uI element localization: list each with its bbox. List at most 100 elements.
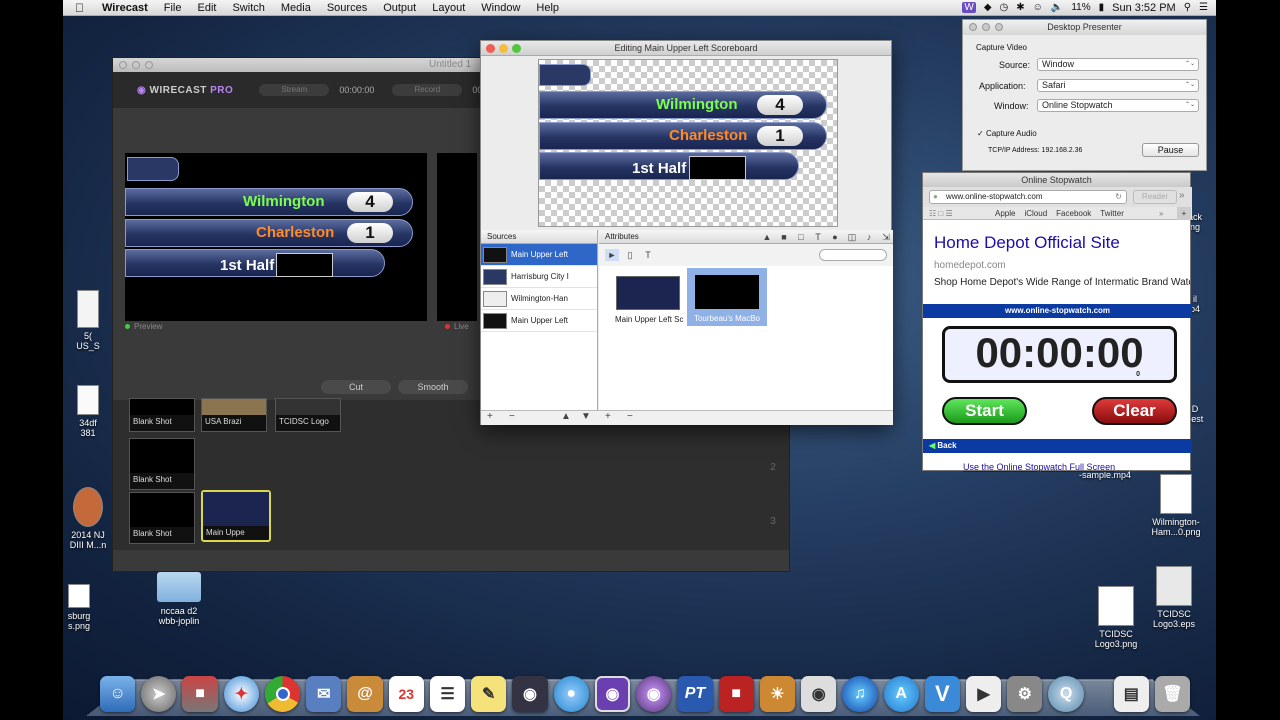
shot-tile[interactable]: TCIDSC Logo <box>275 398 341 432</box>
source-item[interactable]: Harrisburg City I <box>481 266 597 288</box>
shot-canvas[interactable]: Wilmington 4 Charleston 1 1st Half <box>538 59 838 227</box>
wifi-icon[interactable]: ☺ <box>1033 2 1043 13</box>
menu-edit[interactable]: Edit <box>190 2 225 14</box>
menu-window[interactable]: Window <box>473 2 528 14</box>
add-layer-icon[interactable]: + <box>605 411 611 422</box>
bookmark-facebook[interactable]: Facebook <box>1056 207 1091 219</box>
notes-icon[interactable]: ✎ <box>471 676 507 712</box>
menu-sources[interactable]: Sources <box>319 2 375 14</box>
clear-button[interactable]: Clear <box>1092 397 1177 425</box>
source-item[interactable]: Wilmington-Han <box>481 288 597 310</box>
menu-layout[interactable]: Layout <box>424 2 473 14</box>
apple-menu-icon[interactable]:  <box>63 1 94 15</box>
live-panel[interactable] <box>437 153 477 321</box>
desktop-file[interactable]: TCIDSC Logo3.eps <box>1146 566 1202 629</box>
document-icon[interactable]: ▯ <box>623 249 637 261</box>
shot-tile-selected[interactable]: Main Uppe <box>201 490 271 542</box>
layout-icon[interactable]: ◫ <box>845 231 859 243</box>
shapes-icon[interactable]: ▲ <box>760 231 774 243</box>
text-icon[interactable]: T <box>641 249 655 261</box>
zoom-icon[interactable] <box>512 44 521 53</box>
spotlight-icon[interactable]: ⚲ <box>1184 2 1191 13</box>
desktop-presenter-icon[interactable]: ◉ <box>636 676 672 712</box>
bookmarks-icons[interactable]: ☷ □ ☰ <box>929 207 953 220</box>
messages-icon[interactable]: ● <box>553 676 589 712</box>
site-banner[interactable]: www.online-stopwatch.com <box>923 304 1192 318</box>
desktop-file[interactable]: 2014 NJ DIII M...n <box>64 487 112 550</box>
battery-icon[interactable]: ▮ <box>1099 2 1105 13</box>
shot-tile[interactable]: Blank Shot <box>129 398 195 432</box>
quicktime-icon[interactable]: Q <box>1048 676 1084 712</box>
shot-tile[interactable]: Blank Shot <box>129 492 195 544</box>
transform-icon[interactable]: □ <box>794 231 808 243</box>
camera-icon[interactable]: ► <box>605 249 619 261</box>
downloads-stack-icon[interactable]: ▤ <box>1113 676 1149 712</box>
reminders-icon[interactable]: ☰ <box>429 676 466 712</box>
desktop-file[interactable]: TCIDSC Logo3.png <box>1086 586 1146 649</box>
bookmark-apple[interactable]: Apple <box>995 207 1015 219</box>
remove-layer-icon[interactable]: − <box>627 411 633 422</box>
layer-item[interactable]: Main Upper Left Sc <box>615 276 683 325</box>
folder-icon[interactable]: ■ <box>777 231 791 243</box>
final-cut-icon[interactable]: ▶ <box>966 676 1002 712</box>
expand-icon[interactable]: ⇲ <box>879 231 893 243</box>
desktop-file[interactable]: Wilmington- Ham...0.png <box>1144 474 1208 537</box>
address-bar[interactable]: ● www.online-stopwatch.com ↻ <box>929 190 1127 204</box>
close-icon[interactable] <box>119 61 127 69</box>
menu-help[interactable]: Help <box>528 2 567 14</box>
zoom-icon[interactable] <box>995 23 1003 31</box>
back-link[interactable]: ◀ Back <box>923 439 1192 453</box>
screen-sharing-icon[interactable]: W <box>962 2 976 13</box>
audio-icon[interactable]: ♪ <box>862 231 876 243</box>
shot-tile[interactable]: USA Brazi <box>201 398 267 432</box>
menu-app-name[interactable]: Wirecast <box>94 2 156 14</box>
photo-booth-icon[interactable]: ■ <box>182 676 218 712</box>
record-button[interactable]: Record <box>392 84 463 96</box>
trash-icon[interactable]: 🗑 <box>1154 676 1191 712</box>
transition-cut-button[interactable]: Cut <box>321 380 391 394</box>
capture-audio-checkbox[interactable]: ✓ Capture Audio <box>977 129 1037 138</box>
bluetooth-icon[interactable]: ✱ <box>1016 2 1024 13</box>
more-bookmarks-icon[interactable]: » <box>1159 207 1163 220</box>
desktop-file[interactable]: 34df 381 <box>64 385 112 438</box>
camera-icon[interactable]: ◉ <box>801 676 837 712</box>
menu-output[interactable]: Output <box>375 2 424 14</box>
minimize-icon[interactable] <box>982 23 990 31</box>
notification-center-icon[interactable]: ☰ <box>1199 2 1208 13</box>
add-source-icon[interactable]: + <box>487 411 493 422</box>
app-store-icon[interactable]: A <box>883 676 919 712</box>
close-icon[interactable] <box>486 44 495 53</box>
application-select[interactable]: Safari <box>1037 79 1199 92</box>
desktop-file[interactable]: sburg s.png <box>64 584 94 631</box>
battery-percent[interactable]: 11% <box>1071 2 1090 13</box>
menu-file[interactable]: File <box>156 2 190 14</box>
person-icon[interactable]: ● <box>828 231 842 243</box>
stream-button[interactable]: Stream <box>259 84 330 96</box>
iphoto-icon[interactable]: ☀ <box>759 676 796 712</box>
source-item[interactable]: Main Upper Left <box>481 310 597 332</box>
minimize-icon[interactable] <box>132 61 140 69</box>
calendar-icon[interactable]: 23 <box>388 676 424 712</box>
wirecast-icon[interactable]: ◉ <box>594 676 631 712</box>
move-up-icon[interactable]: ▲ <box>561 411 571 422</box>
search-input[interactable] <box>819 249 887 261</box>
safari-icon[interactable]: ✦ <box>223 676 259 712</box>
photo-app-icon[interactable]: ■ <box>718 676 754 712</box>
launchpad-icon[interactable]: ➤ <box>141 676 177 712</box>
chrome-icon[interactable] <box>264 676 301 712</box>
zoom-icon[interactable] <box>145 61 153 69</box>
itunes-icon[interactable]: ♫ <box>842 676 878 712</box>
desktop-file[interactable]: 5( US_S <box>64 290 112 351</box>
menu-switch[interactable]: Switch <box>224 2 272 14</box>
minimize-icon[interactable] <box>499 44 508 53</box>
more-icon[interactable]: » <box>1179 190 1185 201</box>
bookmark-icloud[interactable]: iCloud <box>1024 207 1047 219</box>
desktop-folder[interactable]: nccaa d2 wbb-joplin <box>148 572 210 626</box>
menu-media[interactable]: Media <box>273 2 319 14</box>
reader-button[interactable]: Reader <box>1133 190 1177 204</box>
ad-title-link[interactable]: Home Depot Official Site <box>934 233 1120 253</box>
contacts-icon[interactable]: @ <box>347 676 383 712</box>
finder-icon[interactable]: ☺ <box>100 676 136 712</box>
new-tab-icon[interactable]: + <box>1177 207 1191 220</box>
menu-clock[interactable]: Sun 3:52 PM <box>1112 2 1176 14</box>
